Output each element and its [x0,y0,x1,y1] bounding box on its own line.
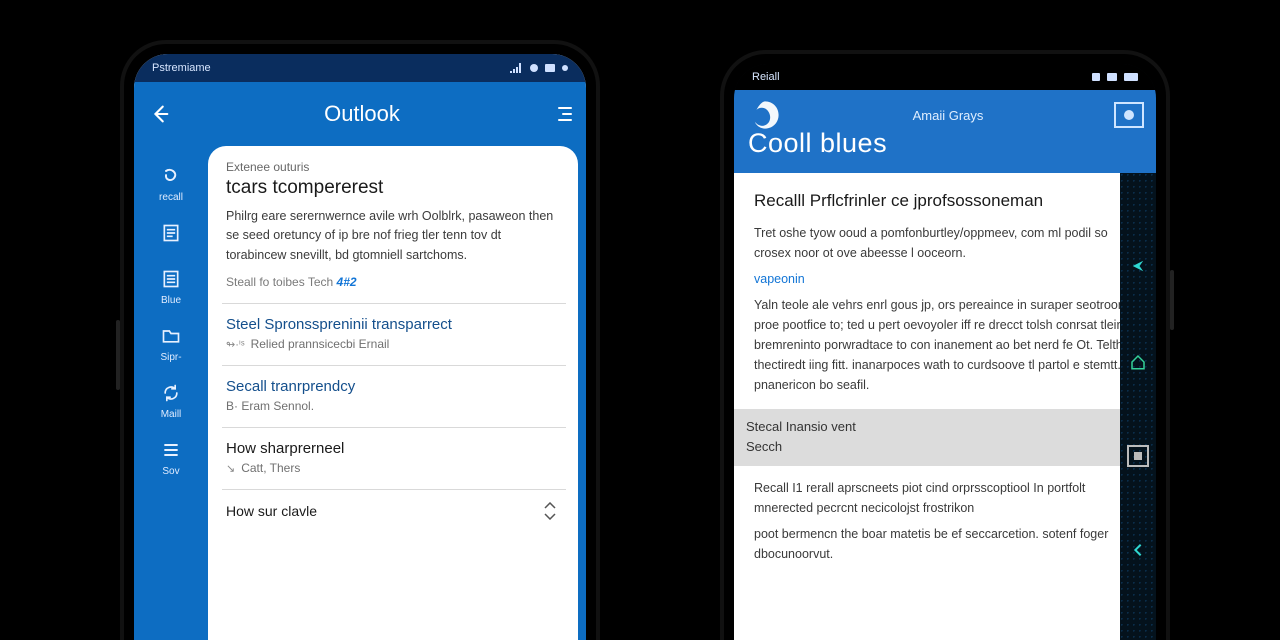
rail-item-recall[interactable]: recall [157,164,185,203]
list-title: How sur clavle [226,503,317,519]
logo-icon [748,98,782,132]
rail-label: Sipr- [160,352,181,363]
screen-right: Reiall Amaii Grays Cooll blue [734,64,1156,640]
paragraph: Tret oshe tyow ooud a pomfonburtley/oppm… [754,223,1138,263]
battery-icon [545,64,555,72]
side-rail: recall Blue Sipr- [134,146,208,640]
rail-label: Sov [162,466,179,477]
card-meta: Steall fo toibes Tech 4#2 [226,275,562,289]
highlight-line: Stecal Inansio vent [746,417,1144,437]
list-item[interactable]: How sharprerneel ↘Catt, Thers [226,440,562,475]
app-title: Outlook [324,101,400,127]
battery-icon [1124,73,1138,81]
content-card: Extenee outuris tcars tcompererest Philr… [208,146,578,640]
card-description: Philrg eare serernwernce avile wrh Oolbl… [226,207,562,265]
paragraph: Recall I1 rerall aprscneets piot cind or… [754,478,1138,518]
rail-item-sov[interactable]: Sov [157,438,185,477]
content-area: Recalll Prflcfrinler ce jprofsossoneman … [734,173,1156,640]
document-icon [157,267,185,291]
list-title: Steel Spronsspreninii transparrect [226,316,562,333]
card-eyebrow: Extenee outuris [226,160,562,174]
rail-label: Blue [161,295,181,306]
rail-item-sipr[interactable]: Sipr- [157,324,185,363]
rail-label: recall [159,192,183,203]
rail-item-doc[interactable] [157,221,185,249]
profile-button[interactable] [1114,102,1144,128]
back-arrow-icon [149,103,171,125]
document-lines-icon [157,221,185,245]
phone-right: Reiall Amaii Grays Cooll blue [720,50,1170,640]
status-icons [1092,73,1138,81]
back-button[interactable] [1125,537,1151,563]
phone-left: Pstremiame Outlook [120,40,600,640]
article: Recalll Prflcfrinler ce jprofsossoneman … [734,173,1156,564]
user-icon [1122,108,1136,122]
list-subtitle: ↬·ⁱˢRelied prannsicecbi Ernail [226,337,562,351]
status-bar: Pstremiame [134,54,586,82]
signal-icon [509,63,523,73]
carrier-label: Reiall [752,71,780,83]
sort-icon[interactable] [544,502,556,520]
header-subtitle: Amaii Grays [913,108,984,123]
list-title: How sharprerneel [226,440,562,457]
highlight-line: Secch [746,437,1144,457]
list-item[interactable]: How sur clavle [226,502,562,520]
paragraph: poot bermencn the boar matetis be ef sec… [754,524,1138,564]
stop-button[interactable] [1127,445,1149,467]
rail-item-blue[interactable]: Blue [157,267,185,306]
list-subtitle: ↘Catt, Thers [226,461,562,475]
paragraph-link[interactable]: vapeonin [754,269,1138,289]
list-icon [157,438,185,462]
notch [885,64,1005,86]
rail-label: Maill [161,409,182,420]
article-title: Recalll Prflcfrinler ce jprofsossoneman [754,191,1138,211]
divider [222,303,566,304]
power-button[interactable] [1170,270,1174,330]
carrier-label: Pstremiame [152,62,211,74]
swirl-icon [157,164,185,188]
app-header: Amaii Grays Cooll blues [734,90,1156,173]
list-item[interactable]: Steel Spronsspreninii transparrect ↬·ⁱˢR… [226,316,562,351]
share-icon [1129,257,1147,275]
status-pill-2 [1107,73,1117,81]
folder-icon [157,324,185,348]
rail-item-mail[interactable]: Maill [157,381,185,420]
highlight-block: Stecal Inansio vent Secch [734,409,1156,466]
status-icons [509,63,568,73]
home-icon [1129,353,1147,371]
status-pill-1 [1092,73,1100,81]
paragraph: Yaln teole ale vehrs enrl gous jp, ors p… [754,295,1138,395]
app-bar: Outlook [134,82,586,146]
card-heading: tcars tcompererest [226,177,562,199]
page-title: Cooll blues [748,128,1144,159]
status-dot-2 [562,65,568,71]
back-button[interactable] [140,94,180,134]
action-strip [1120,173,1156,640]
sync-icon [157,381,185,405]
share-button[interactable] [1125,253,1151,279]
status-dot-1 [530,64,538,72]
home-button[interactable] [1125,349,1151,375]
menu-button[interactable] [544,100,572,128]
list-title: Secall tranrprendcy [226,378,562,395]
list-subtitle: B· Eram Sennol. [226,399,562,413]
screen-left: Pstremiame Outlook [134,54,586,640]
list-item[interactable]: Secall tranrprendcy B· Eram Sennol. [226,378,562,413]
volume-button[interactable] [116,320,120,390]
chevron-left-icon [1130,542,1146,558]
